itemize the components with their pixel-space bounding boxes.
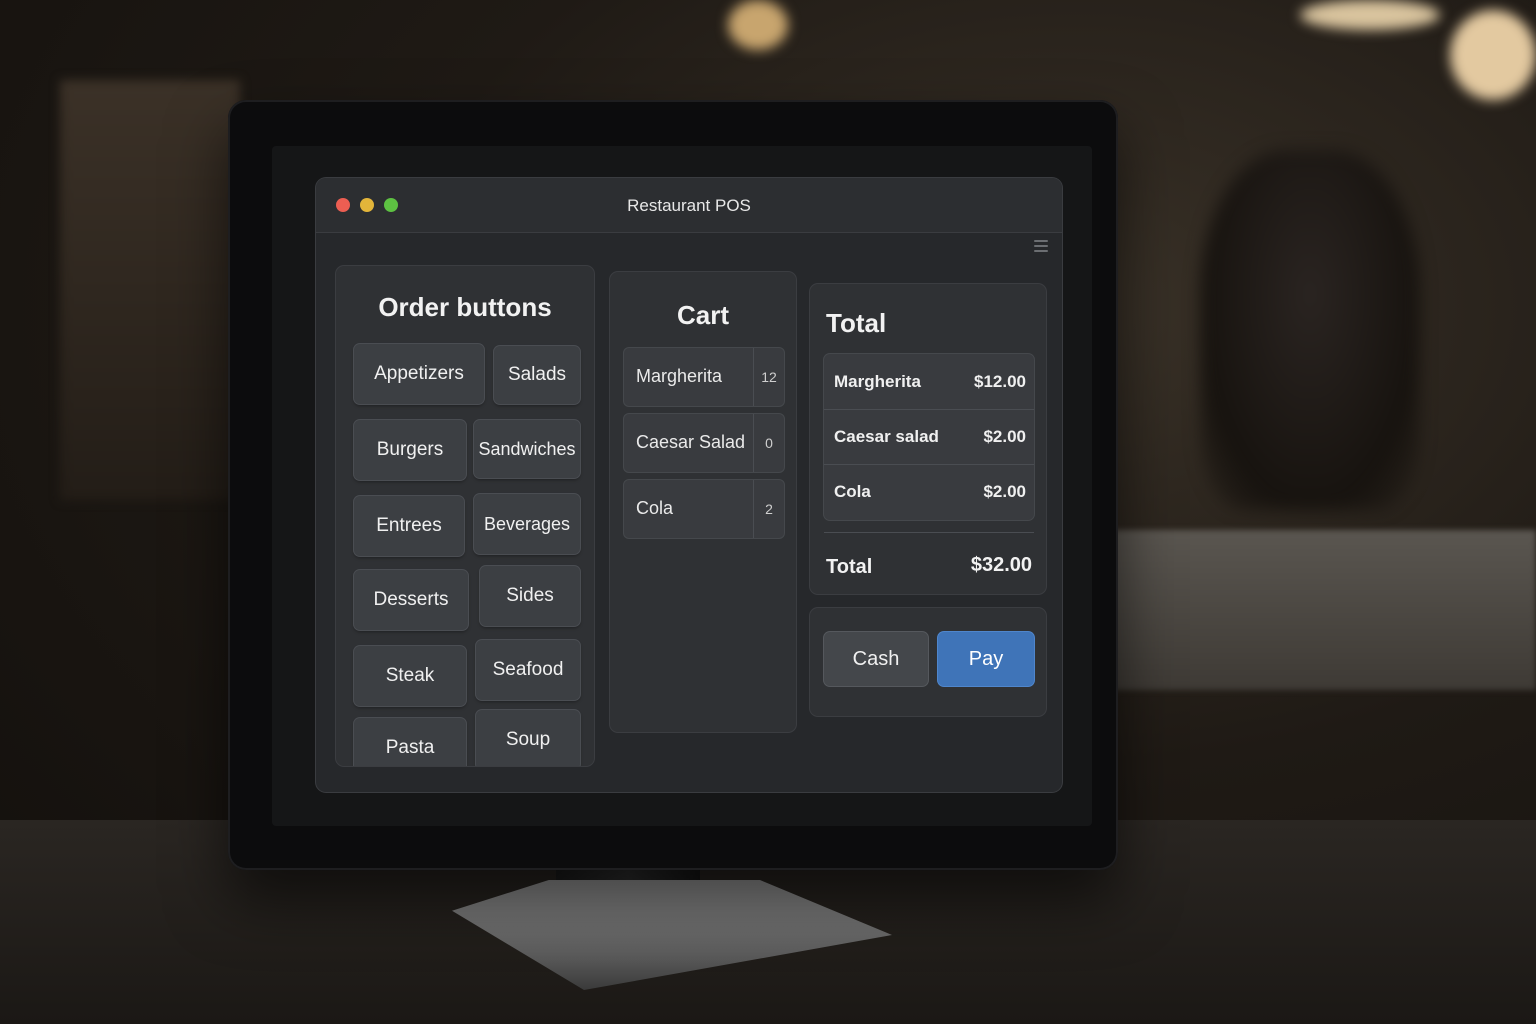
category-button-desserts[interactable]: Desserts — [354, 570, 468, 630]
total-item-price: $2.00 — [983, 427, 1026, 446]
cart-item[interactable]: Margherita 12 — [624, 348, 784, 406]
cart-item-qty[interactable]: 2 — [753, 480, 784, 538]
category-button-salads[interactable]: Salads — [494, 346, 580, 404]
pay-button[interactable]: Pay — [938, 632, 1034, 686]
category-button-steak[interactable]: Steak — [354, 646, 466, 706]
background-light — [728, 0, 788, 50]
total-row: Caesar salad $2.00 — [824, 409, 1034, 465]
total-item-name: Cola — [834, 482, 871, 501]
category-button-sandwiches[interactable]: Sandwiches — [474, 420, 580, 478]
cash-button[interactable]: Cash — [824, 632, 928, 686]
window-title: Restaurant POS — [627, 196, 751, 215]
total-item-price: $12.00 — [974, 372, 1026, 391]
background-counter — [1110, 530, 1536, 690]
category-button-seafood[interactable]: Seafood — [476, 640, 580, 700]
cart-item-name: Cola — [636, 498, 674, 518]
cart-item-qty[interactable]: 12 — [753, 348, 784, 406]
total-item-name: Caesar salad — [834, 427, 939, 446]
category-button-burgers[interactable]: Burgers — [354, 420, 466, 480]
category-button-appetizers[interactable]: Appetizers — [354, 344, 484, 404]
total-row: Margherita $12.00 — [824, 354, 1034, 410]
pos-window: Restaurant POS Order buttons Appetizers … — [316, 178, 1062, 792]
grand-total-value: $32.00 — [970, 554, 1032, 576]
cart-item-name: Caesar Salad — [636, 432, 746, 452]
category-button-entrees[interactable]: Entrees — [354, 496, 464, 556]
cart-item-name: Margherita — [636, 366, 723, 386]
background-light — [1300, 0, 1440, 30]
total-item-price: $2.00 — [983, 482, 1026, 501]
background-light — [1450, 10, 1536, 100]
total-item-list: Margherita $12.00 Caesar salad $2.00 Col… — [824, 354, 1034, 520]
category-button-pasta[interactable]: Pasta — [354, 718, 466, 766]
total-panel: Total Margherita $12.00 Caesar salad $2.… — [810, 284, 1046, 594]
payment-panel: Cash Pay — [810, 608, 1046, 716]
total-row: Cola $2.00 — [824, 464, 1034, 519]
cart-item[interactable]: Cola 2 — [624, 480, 784, 538]
grand-total-label: Total — [826, 556, 873, 578]
category-button-soup[interactable]: Soup — [476, 710, 580, 766]
background-person — [1200, 150, 1420, 510]
background-shelf — [60, 80, 240, 500]
category-button-sides[interactable]: Sides — [480, 566, 580, 626]
order-panel-title: Order buttons — [378, 292, 552, 322]
cart-item-qty[interactable]: 0 — [753, 414, 784, 472]
category-button-beverages[interactable]: Beverages — [474, 494, 580, 554]
cart-panel: Cart Margherita 12 Caesar Salad 0 Cola 2 — [610, 272, 796, 732]
total-item-name: Margherita — [834, 372, 921, 391]
order-buttons-panel: Order buttons Appetizers Salads Burgers … — [336, 266, 594, 766]
hamburger-menu-icon[interactable] — [1034, 240, 1048, 252]
total-title: Total — [826, 308, 887, 338]
cart-title: Cart — [676, 300, 729, 330]
total-divider — [824, 532, 1034, 533]
cart-item[interactable]: Caesar Salad 0 — [624, 414, 784, 472]
title-bar: Restaurant POS — [316, 178, 1062, 233]
